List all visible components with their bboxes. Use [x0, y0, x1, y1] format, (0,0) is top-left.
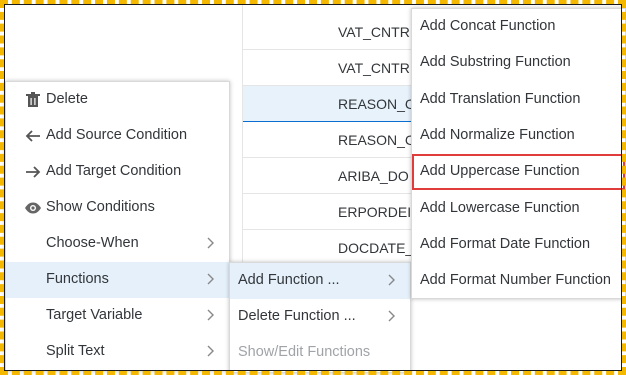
menu-item-label: Show/Edit Functions [238, 344, 371, 360]
menu-item-label: Add Concat Function [420, 18, 556, 34]
menu-item-add-function[interactable]: Add Function ... [230, 263, 410, 299]
menu-item-functions[interactable]: Functions [6, 262, 229, 298]
table-cell: ERPORDEI [338, 204, 412, 220]
menu-item-label: Add Target Condition [46, 163, 182, 179]
menu-item-show-edit-functions: Show/Edit Functions [230, 335, 410, 371]
menu-item-label: Target Variable [46, 307, 143, 323]
menu-item-label: Delete [46, 91, 88, 107]
menu-item-show-conditions[interactable]: Show Conditions [6, 190, 229, 226]
table-cell: REASON_C [338, 96, 416, 112]
chevron-right-icon [388, 273, 396, 287]
menu-item-label: Add Function ... [238, 272, 340, 288]
add-function-submenu: Add Concat Function Add Substring Functi… [411, 8, 626, 299]
table-cell: DOCDATE_ [338, 240, 414, 256]
chevron-right-icon [207, 308, 215, 322]
menu-item-add-target-condition[interactable]: Add Target Condition [6, 154, 229, 190]
menu-item-label: Add Uppercase Function [420, 163, 580, 180]
menu-item-label: Add Format Date Function [420, 235, 591, 252]
arrow-right-icon [24, 163, 42, 181]
table-cell: VAT_CNTR [338, 60, 410, 76]
menu-item-add-translation-function[interactable]: Add Translation Function [412, 82, 625, 118]
menu-item-add-substring-function[interactable]: Add Substring Function [412, 45, 625, 81]
menu-item-label: Add Normalize Function [420, 126, 575, 143]
chevron-right-icon [388, 309, 396, 323]
trash-icon [24, 91, 42, 109]
table-row[interactable]: VAT_CNTR [243, 50, 418, 86]
menu-item-label: Add Format Number Function [420, 272, 611, 289]
arrow-left-icon [24, 127, 42, 145]
menu-item-label: Add Source Condition [46, 127, 188, 143]
table-row[interactable]: ARIBA_DO [243, 158, 418, 194]
menu-item-label: Add Substring Function [420, 54, 571, 71]
chevron-right-icon [207, 344, 215, 358]
menu-item-add-uppercase-function[interactable]: Add Uppercase Function [412, 154, 625, 191]
menu-item-label: Add Translation Function [420, 90, 581, 107]
menu-item-add-lowercase-function[interactable]: Add Lowercase Function [412, 191, 625, 227]
menu-item-label: Choose-When [46, 235, 139, 251]
menu-item-label: Show Conditions [46, 199, 155, 215]
table-row[interactable]: ERPORDEI [243, 194, 418, 230]
chevron-right-icon [207, 236, 215, 250]
menu-item-add-format-number-function[interactable]: Add Format Number Function [412, 263, 625, 299]
menu-item-target-variable[interactable]: Target Variable [6, 298, 229, 334]
menu-item-label: Delete Function ... [238, 308, 356, 324]
functions-submenu: Add Function ... Delete Function ... Sho… [229, 262, 411, 373]
menu-item-choose-when[interactable]: Choose-When [6, 226, 229, 262]
table-cell: ARIBA_DO [338, 168, 409, 184]
menu-item-add-source-condition[interactable]: Add Source Condition [6, 118, 229, 154]
table-row[interactable]: VAT_CNTR [243, 14, 418, 50]
table-row[interactable]: DOCDATE_ [243, 230, 418, 266]
menu-item-add-concat-function[interactable]: Add Concat Function [412, 9, 625, 45]
table-row-selected[interactable]: REASON_C [243, 86, 418, 122]
table-cell: VAT_CNTR [338, 24, 410, 40]
menu-item-split-text[interactable]: Split Text [6, 334, 229, 370]
menu-item-add-normalize-function[interactable]: Add Normalize Function [412, 118, 625, 154]
menu-item-label: Add Lowercase Function [420, 199, 580, 216]
table-cell: REASON_C [338, 132, 416, 148]
context-menu: Delete Add Source Condition Add Target C… [5, 81, 230, 371]
eye-icon [24, 199, 42, 217]
menu-item-label: Functions [46, 271, 109, 287]
menu-item-delete-function[interactable]: Delete Function ... [230, 299, 410, 335]
menu-item-label: Split Text [46, 343, 105, 359]
table-row[interactable]: REASON_C [243, 122, 418, 158]
menu-item-delete[interactable]: Delete [6, 82, 229, 118]
menu-item-add-format-date-function[interactable]: Add Format Date Function [412, 227, 625, 263]
chevron-right-icon [207, 272, 215, 286]
